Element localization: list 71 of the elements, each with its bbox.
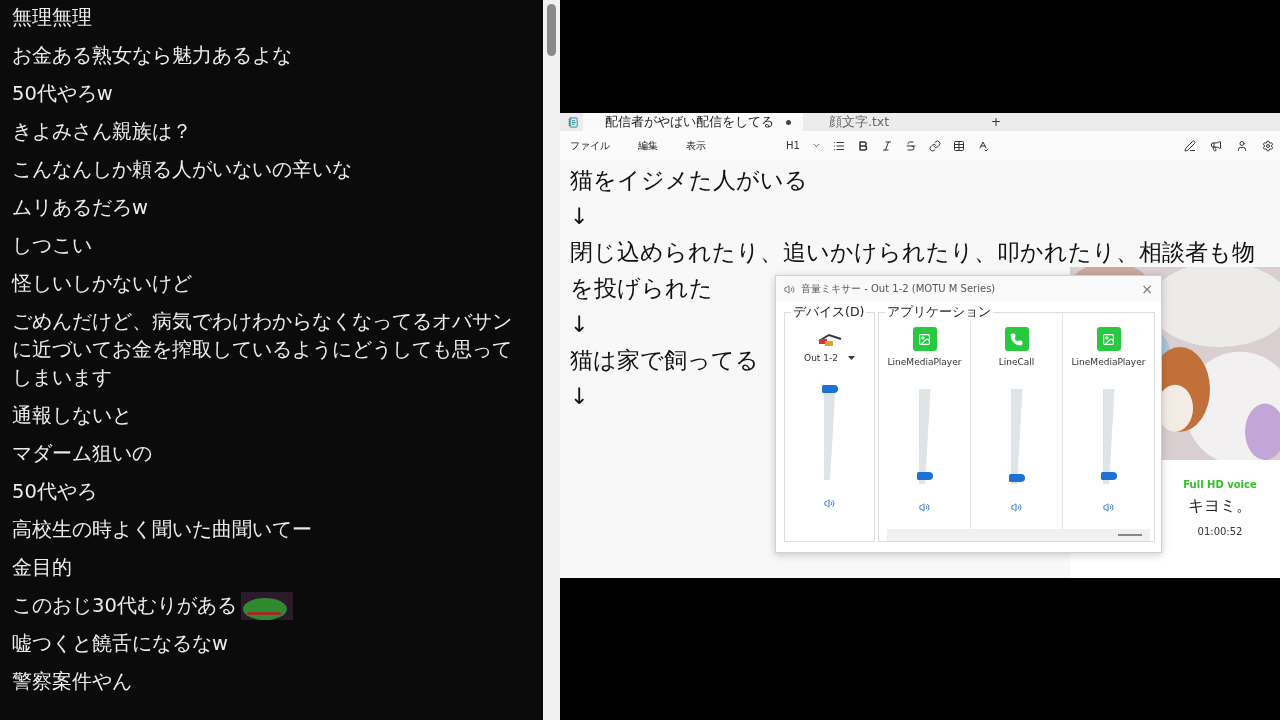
chat-message: ごめんだけど、病気でわけわからなくなってるオバサンに近づいてお金を搾取しているようにどうしても思ってしまいます — [12, 309, 513, 391]
window-title: 音量ミキサー - Out 1-2 (MOTU M Series) — [801, 282, 996, 296]
app-name: LineMediaPlayer — [887, 357, 962, 367]
editor-tab[interactable]: 配信者がやばい配信をしてる — [583, 113, 803, 131]
horizontal-scrollbar[interactable] — [887, 529, 1150, 541]
document-line: ↓ — [570, 382, 589, 411]
chat-message: 金目的 — [12, 555, 72, 581]
phone-icon — [1004, 327, 1029, 351]
menu-item[interactable]: ファイル — [570, 138, 610, 153]
volume-slider[interactable] — [823, 385, 836, 480]
chat-message: 50代やろ — [12, 479, 97, 505]
scrollbar[interactable] — [543, 0, 560, 720]
volume-slider[interactable] — [1010, 389, 1023, 484]
strikethrough-icon[interactable] — [904, 139, 917, 152]
speaker-icon — [784, 283, 795, 295]
chat-message: マダーム狙いの — [12, 441, 152, 467]
menu-item[interactable]: 表示 — [686, 138, 706, 153]
group-label: アプリケーション — [885, 304, 993, 321]
heading-dropdown[interactable]: H1 — [786, 140, 800, 151]
document-line: ↓ — [570, 310, 589, 339]
document-line: 猫をイジメた人がいる — [570, 166, 808, 195]
chat-message: 怪しいしかないけど — [12, 271, 192, 297]
document-line: 閉じ込められたり、追いかけられたり、叩かれたり、相談者も物 — [570, 238, 1255, 267]
slider-thumb[interactable] — [1100, 471, 1117, 480]
app-name: LineMediaPlayer — [1071, 357, 1146, 367]
call-duration: 01:00:52 — [1197, 526, 1243, 537]
document-line: 猫は家で飼ってる — [570, 346, 759, 375]
volume-slider[interactable] — [918, 389, 931, 484]
chat-message: ムリあるだろw — [12, 195, 148, 221]
chat-message: しつこい — [12, 233, 92, 259]
document-line: ↓ — [570, 202, 589, 231]
notepad-icon — [568, 116, 579, 128]
chat-message: お金ある熟女なら魅力あるよな — [12, 43, 292, 69]
scrollbar-thumb[interactable] — [547, 4, 556, 56]
new-tab-button[interactable]: + — [991, 115, 1002, 129]
chat-message: 嘘つくと饒舌になるなw — [12, 631, 228, 657]
chat-message: このおじ30代むりがある — [12, 593, 237, 619]
caller-name: キヨミ。 — [1188, 496, 1252, 517]
document-line: を投げられた — [570, 274, 713, 303]
chat-message: 通報しないと — [12, 403, 132, 429]
chat-message: こんなんしか頼る人がいないの辛いな — [12, 157, 352, 183]
image-icon — [912, 327, 937, 351]
call-quality: Full HD voice — [1183, 479, 1257, 490]
chat-message: きよみさん親族は？ — [12, 119, 192, 145]
chat-message: 高校生の時よく聞いた曲聞いてー — [12, 517, 312, 543]
link-icon[interactable] — [928, 139, 941, 152]
close-button[interactable]: × — [1141, 281, 1153, 297]
device-dropdown[interactable]: Out 1-2 — [804, 353, 838, 363]
chat-message: 警察案件やん — [12, 669, 132, 695]
italic-icon[interactable] — [880, 139, 893, 152]
slider-thumb[interactable] — [821, 385, 838, 393]
slider-thumb[interactable] — [1008, 474, 1025, 483]
list-icon[interactable] — [832, 139, 845, 152]
table-icon[interactable] — [952, 139, 965, 152]
image-icon — [1096, 327, 1121, 351]
megaphone-icon[interactable] — [1210, 139, 1222, 152]
tab-label: 顔文字.txt — [829, 113, 890, 131]
chevron-icon[interactable] — [811, 141, 821, 150]
menu-item[interactable]: 編集 — [638, 138, 658, 153]
chat-message: 50代やろw — [12, 81, 113, 107]
bold-icon[interactable] — [856, 139, 869, 152]
volume-slider[interactable] — [1102, 389, 1115, 484]
pen-icon[interactable] — [1184, 139, 1196, 152]
caret-icon[interactable] — [847, 356, 855, 360]
chat-message: 無理無理 — [12, 5, 92, 31]
tab-label: 配信者がやばい配信をしてる — [605, 113, 774, 131]
user-icon[interactable] — [1236, 139, 1248, 152]
group-label: デバイス(D) — [791, 304, 867, 321]
app-name: LineCall — [998, 357, 1035, 367]
slider-thumb[interactable] — [916, 471, 933, 480]
settings-icon[interactable] — [1262, 139, 1274, 152]
